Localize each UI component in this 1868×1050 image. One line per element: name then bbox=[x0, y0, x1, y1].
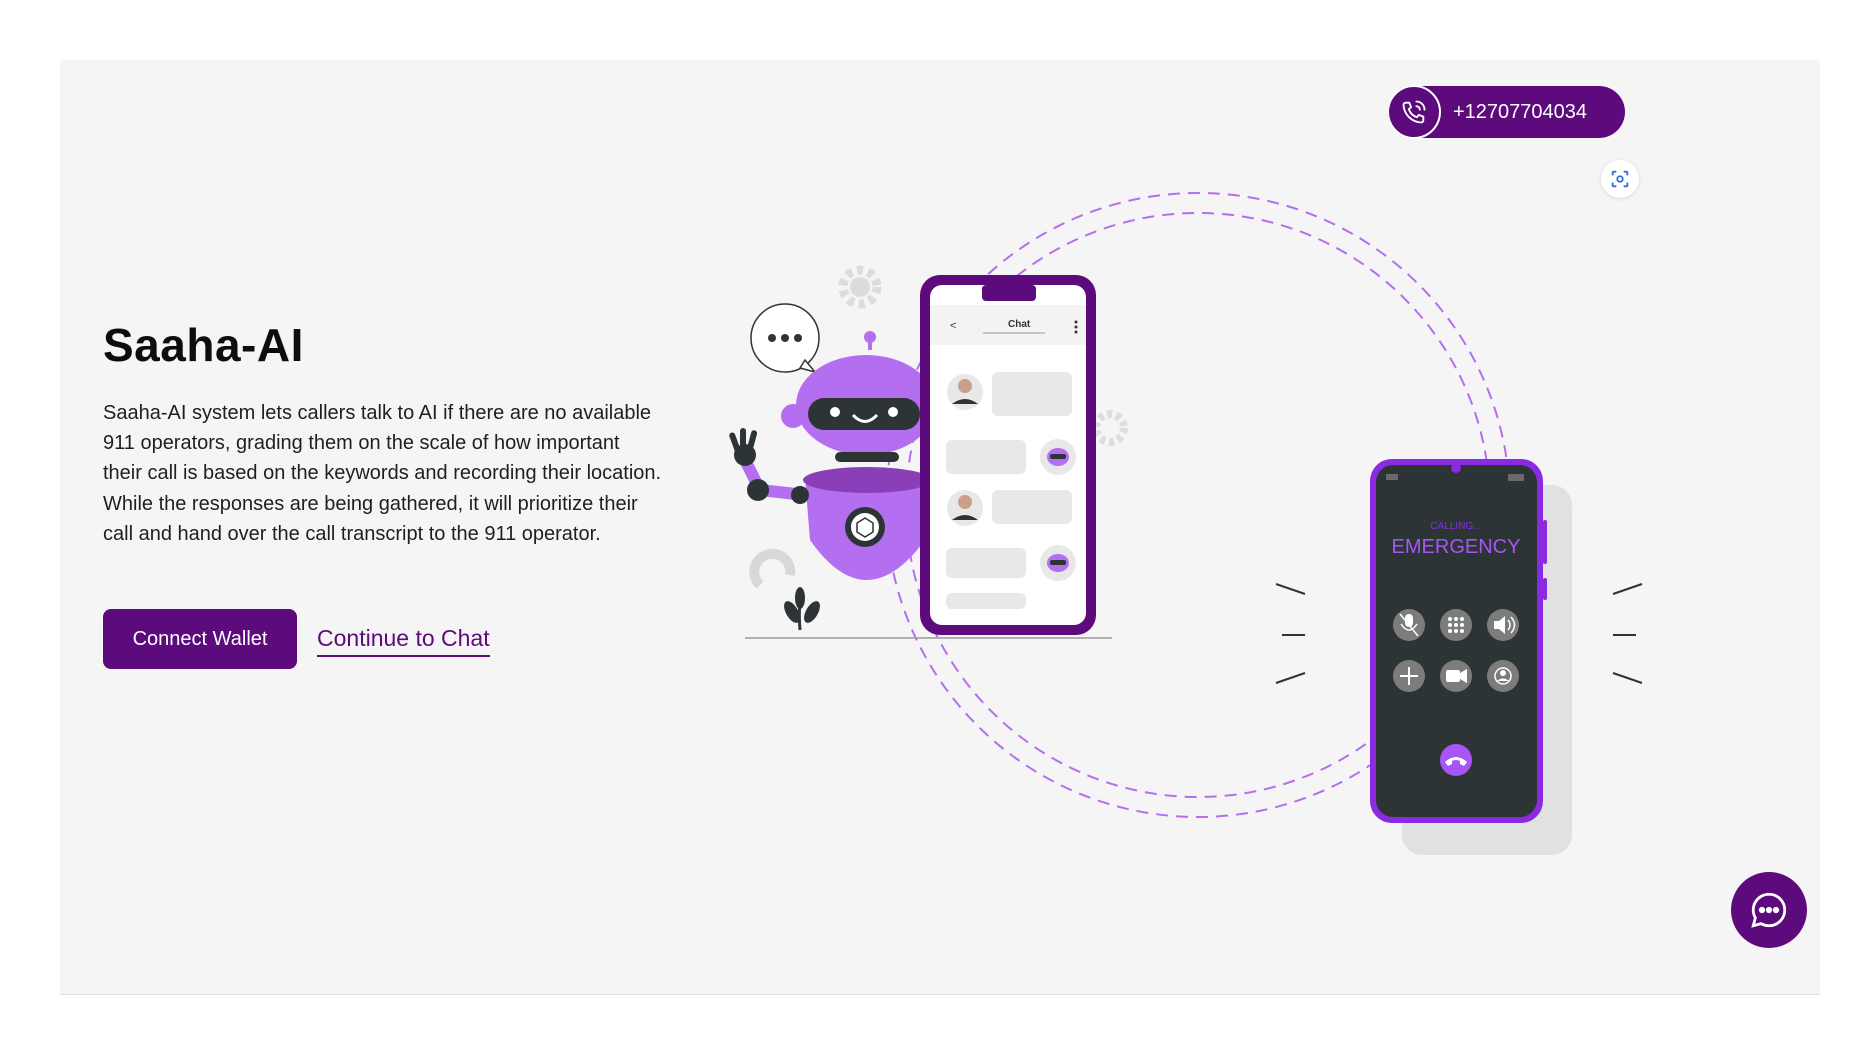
scan-icon bbox=[1611, 170, 1629, 188]
plant-icon bbox=[784, 587, 820, 631]
gear-icon bbox=[1092, 410, 1128, 446]
continue-to-chat-link[interactable]: Continue to Chat bbox=[317, 624, 490, 657]
scan-button[interactable] bbox=[1601, 160, 1639, 198]
hero-description: Saaha-AI system lets callers talk to AI … bbox=[103, 402, 662, 545]
chat-launcher-button[interactable] bbox=[1731, 872, 1807, 948]
phone-icon bbox=[1387, 85, 1441, 139]
phone-number-pill[interactable]: +12707704034 bbox=[1387, 85, 1625, 139]
page-title: Saaha-AI bbox=[103, 319, 304, 371]
call-name: EMERGENCY bbox=[1392, 536, 1521, 558]
chat-phone-title: Chat bbox=[1008, 319, 1031, 330]
call-status: CALLING... bbox=[1430, 521, 1481, 532]
gear-icon bbox=[838, 265, 882, 309]
chat-phone-illustration: < Chat bbox=[920, 275, 1096, 635]
speech-bubble-icon bbox=[750, 303, 820, 374]
connect-wallet-button[interactable]: Connect Wallet bbox=[103, 609, 297, 669]
chat-bubble-icon bbox=[1751, 892, 1787, 928]
calling-phone-illustration: CALLING... EMERGENCY bbox=[1370, 459, 1547, 823]
svg-text:<: < bbox=[950, 320, 956, 332]
phone-number: +12707704034 bbox=[1453, 101, 1588, 123]
question-mark-icon bbox=[749, 548, 796, 589]
